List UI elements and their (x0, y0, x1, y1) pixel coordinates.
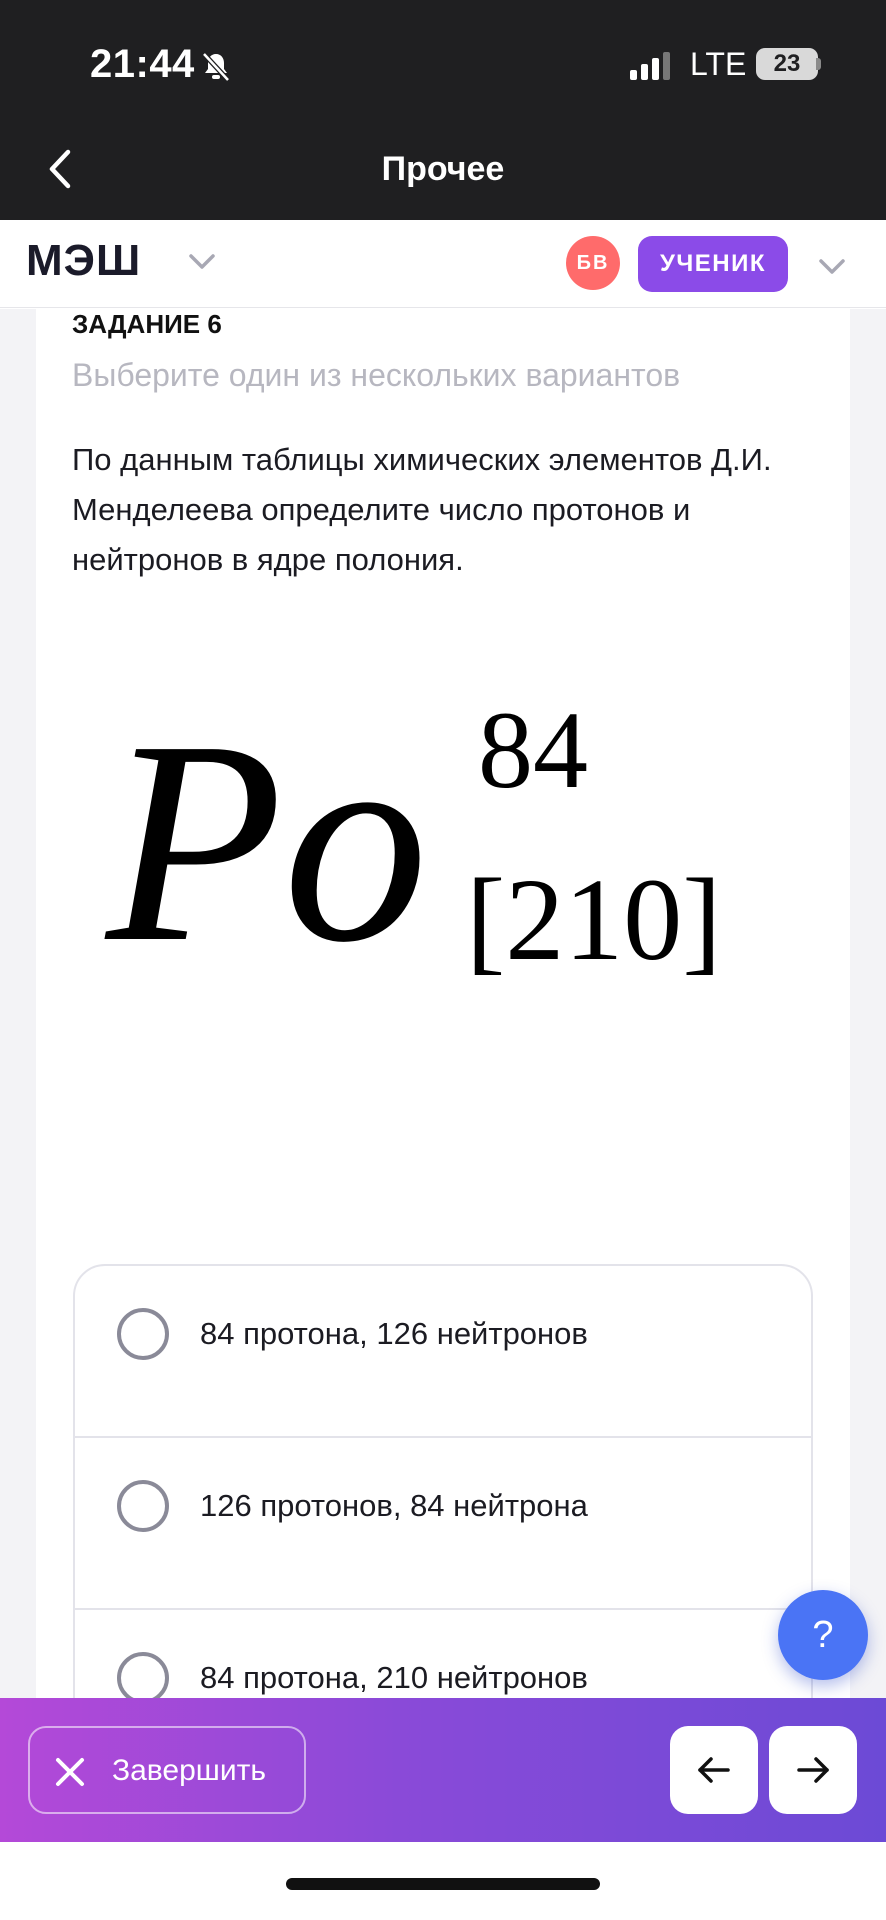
task-instruction: Выберите один из нескольких вариантов (72, 357, 681, 393)
question-text: По данным таблицы химических элементов Д… (72, 442, 772, 577)
role-badge[interactable]: УЧЕНИК (638, 236, 788, 292)
answer-option[interactable]: 84 протона, 210 нейтронов (75, 1610, 811, 1699)
battery-tip (816, 58, 821, 70)
previous-button[interactable] (670, 1726, 758, 1814)
next-button[interactable] (769, 1726, 857, 1814)
bottom-action-bar: Завершить (0, 1698, 886, 1842)
app-logo[interactable]: МЭШ (26, 236, 141, 286)
answer-option[interactable]: 84 протона, 126 нейтронов (75, 1266, 811, 1438)
finish-button[interactable]: Завершить (28, 1726, 306, 1814)
home-indicator[interactable] (286, 1878, 600, 1890)
chevron-down-icon[interactable] (185, 244, 219, 278)
answer-option-label: 84 протона, 210 нейтронов (200, 1660, 588, 1695)
arrow-left-icon (698, 1757, 730, 1783)
bell-muted-icon (202, 52, 230, 82)
answer-option-label: 84 протона, 126 нейтронов (200, 1316, 588, 1351)
close-icon (56, 1758, 84, 1786)
arrow-right-icon (797, 1757, 829, 1783)
answer-options: 84 протона, 126 нейтронов 126 протонов, … (73, 1264, 813, 1699)
avatar[interactable]: БВ (566, 236, 620, 290)
home-indicator-area (0, 1842, 886, 1920)
content-area: ЗАДАНИЕ 6 Выберите один из нескольких ва… (0, 309, 886, 1699)
radio-button[interactable] (117, 1652, 169, 1699)
answer-option[interactable]: 126 протонов, 84 нейтрона (75, 1438, 811, 1610)
help-button[interactable]: ? (778, 1590, 868, 1680)
nav-title: Прочее (381, 150, 505, 188)
task-number: ЗАДАНИЕ 6 (72, 309, 222, 339)
radio-button[interactable] (117, 1308, 169, 1360)
atomic-number: 84 (478, 689, 588, 811)
battery-icon: 23 (756, 48, 818, 80)
status-time: 21:44 (90, 42, 195, 86)
chevron-down-icon[interactable] (814, 248, 850, 284)
network-type: LTE (690, 46, 747, 82)
radio-button[interactable] (117, 1480, 169, 1532)
element-formula-image: Po 84 [210] (36, 669, 850, 1009)
answer-option-label: 126 протонов, 84 нейтрона (200, 1488, 588, 1523)
top-bar: 21:44 LTE 23 Прочее (0, 0, 886, 220)
signal-icon (630, 52, 670, 80)
finish-button-label: Завершить (112, 1754, 266, 1787)
element-symbol: Po (101, 681, 428, 1002)
app-header: МЭШ БВ УЧЕНИК (0, 220, 886, 308)
atomic-mass: [210] (466, 854, 722, 985)
task-card: ЗАДАНИЕ 6 Выберите один из нескольких ва… (36, 309, 850, 1699)
